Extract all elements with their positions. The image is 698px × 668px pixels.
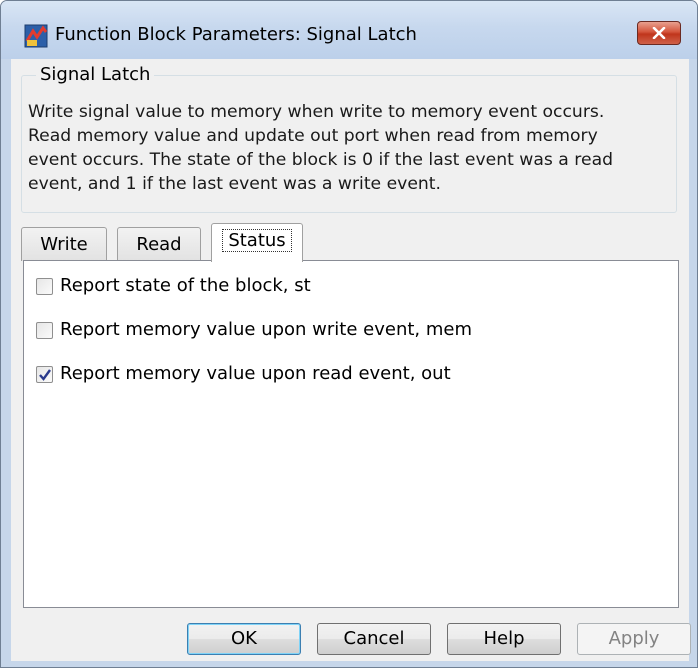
help-button[interactable]: Help	[447, 623, 561, 655]
tab-read[interactable]: Read	[117, 227, 201, 261]
tab-write[interactable]: Write	[21, 227, 107, 261]
report-state-label: Report state of the block, st	[60, 275, 311, 296]
close-button[interactable]	[637, 21, 681, 45]
report-state-option[interactable]: Report state of the block, st	[36, 273, 311, 299]
dialog-window: Function Block Parameters: Signal Latch …	[0, 0, 698, 668]
window-title: Function Block Parameters: Signal Latch	[55, 24, 417, 45]
title-bar[interactable]: Function Block Parameters: Signal Latch	[1, 1, 697, 59]
simulink-block-icon	[23, 23, 49, 49]
report-mem-write-checkbox[interactable]	[36, 321, 53, 339]
report-mem-write-label: Report memory value upon write event, me…	[60, 319, 473, 340]
block-name: Signal Latch	[36, 63, 155, 87]
dialog-body: Signal Latch Write signal value to memor…	[11, 59, 691, 661]
status-tab-panel: Report state of the block, st Report mem…	[23, 260, 679, 608]
report-mem-read-label: Report memory value upon read event, out	[60, 363, 451, 384]
block-description: Write signal value to memory when write …	[28, 102, 614, 194]
report-state-checkbox[interactable]	[36, 277, 53, 295]
report-mem-write-option[interactable]: Report memory value upon write event, me…	[36, 317, 472, 343]
tab-status[interactable]: Status	[211, 223, 303, 262]
close-icon	[652, 24, 666, 43]
report-mem-read-option[interactable]: Report memory value upon read event, out	[36, 361, 451, 387]
tab-strip: Write Read Status	[21, 223, 681, 262]
block-description-group: Signal Latch Write signal value to memor…	[21, 63, 677, 213]
ok-button[interactable]: OK	[187, 623, 301, 655]
cancel-button[interactable]: Cancel	[317, 623, 431, 655]
checkmark-icon	[39, 368, 51, 381]
report-mem-read-checkbox[interactable]	[36, 365, 53, 383]
apply-button[interactable]: Apply	[577, 623, 691, 655]
